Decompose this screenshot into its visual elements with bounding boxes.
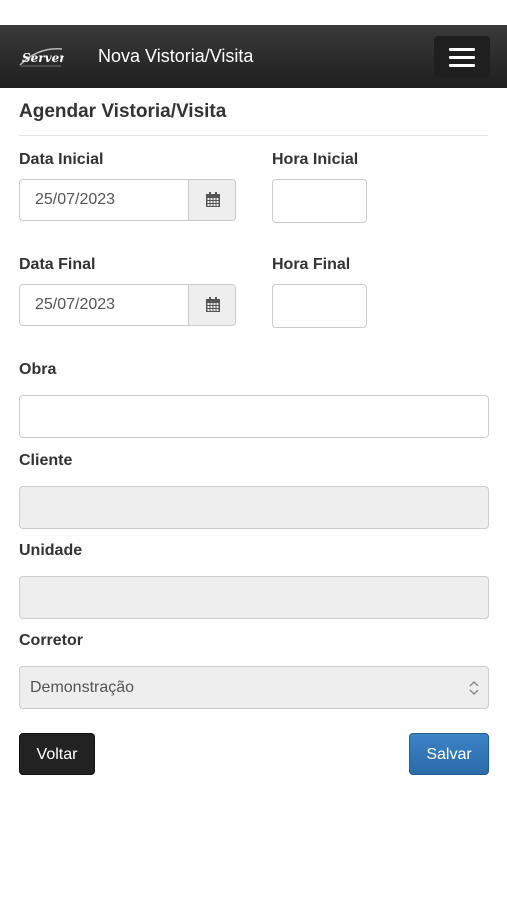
- data-final-label: Data Final: [19, 256, 96, 273]
- obra-label: Obra: [19, 361, 57, 378]
- data-final-calendar-button[interactable]: [188, 285, 235, 325]
- data-inicial-input[interactable]: 25/07/2023: [20, 180, 188, 220]
- data-inicial-calendar-button[interactable]: [188, 180, 235, 220]
- voltar-button[interactable]: Voltar: [19, 733, 95, 775]
- salvar-button[interactable]: Salvar: [409, 733, 489, 775]
- page-title: Nova Vistoria/Visita: [98, 46, 254, 66]
- cliente-label: Cliente: [19, 452, 73, 469]
- hamburger-menu-button[interactable]: [434, 36, 490, 78]
- hamburger-menu-icon-bar: [449, 63, 475, 67]
- hora-final-input[interactable]: [272, 284, 367, 328]
- unidade-label: Unidade: [19, 542, 83, 559]
- hora-final-label: Hora Final: [272, 256, 351, 273]
- top-navbar: Server Nova Vistoria/Visita: [0, 25, 507, 88]
- data-final-field: 25/07/2023: [19, 284, 236, 326]
- corretor-selected-value: Demonstração: [30, 679, 135, 696]
- svg-text:Server: Server: [22, 51, 64, 65]
- data-final-input[interactable]: 25/07/2023: [20, 285, 188, 325]
- hamburger-menu-icon-bar: [449, 55, 475, 59]
- unidade-input: [19, 576, 489, 619]
- data-inicial-field: 25/07/2023: [19, 179, 236, 221]
- corretor-select[interactable]: Demonstração: [19, 666, 489, 709]
- hora-inicial-label: Hora Inicial: [272, 151, 359, 168]
- hamburger-menu-icon: [449, 47, 475, 51]
- cliente-input: [19, 486, 489, 529]
- data-inicial-label: Data Inicial: [19, 151, 104, 168]
- select-arrows-icon: [469, 680, 479, 696]
- hora-inicial-input[interactable]: [272, 179, 367, 223]
- form-legend: Agendar Vistoria/Visita: [19, 101, 227, 122]
- legend-divider: [19, 135, 488, 136]
- calendar-icon: [205, 297, 220, 312]
- calendar-icon: [205, 192, 220, 207]
- server-logo[interactable]: Server: [18, 43, 67, 71]
- obra-input[interactable]: [19, 395, 489, 438]
- corretor-label: Corretor: [19, 632, 84, 649]
